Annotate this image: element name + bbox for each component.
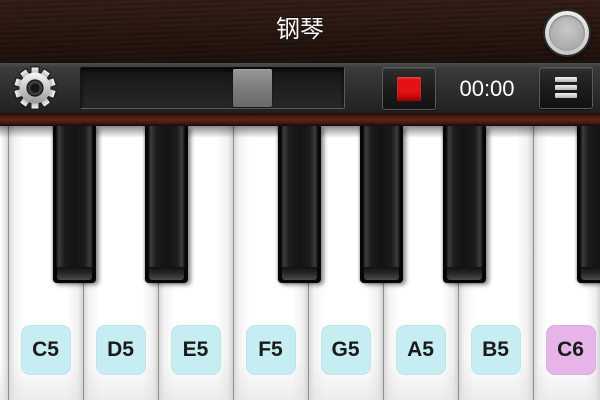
black-key-front	[282, 267, 317, 280]
black-key-d-sharp-5[interactable]	[145, 126, 188, 283]
black-key-a-sharp-5[interactable]	[443, 126, 486, 283]
black-key-front	[57, 267, 92, 280]
gear-icon-hole	[30, 83, 40, 93]
recording-time: 00:00	[459, 76, 515, 101]
menu-icon-bar	[555, 85, 577, 90]
black-key-front	[581, 267, 600, 280]
black-key-f-sharp-5[interactable]	[278, 126, 321, 283]
key-label-g5: G5	[320, 325, 371, 375]
black-key-c-sharp-6[interactable]	[577, 126, 600, 283]
black-key-surface	[363, 126, 400, 267]
title-bar: 钢琴	[0, 0, 600, 62]
piano-keyboard: C5 D5 E5 F5 G5 A5 B5 C6	[0, 126, 600, 400]
hamburger-menu-icon	[555, 77, 577, 99]
black-key-front	[364, 267, 399, 280]
assistive-touch-button[interactable]	[545, 11, 589, 55]
black-key-front	[149, 267, 184, 280]
black-key-surface	[580, 126, 600, 267]
stop-square-icon	[397, 77, 421, 101]
black-key-surface	[446, 126, 483, 267]
menu-icon-bar	[555, 77, 577, 82]
black-key-surface	[281, 126, 318, 267]
key-label-a5: A5	[395, 325, 446, 375]
gear-icon	[13, 66, 57, 110]
record-stop-button[interactable]	[382, 67, 436, 110]
slider-thumb[interactable]	[233, 69, 273, 107]
toolbar: 00:00	[0, 62, 600, 113]
key-label-d5: D5	[95, 325, 146, 375]
black-key-front	[447, 267, 482, 280]
menu-button[interactable]	[539, 67, 593, 109]
key-label-c6: C6	[545, 325, 596, 375]
key-label-b5: B5	[470, 325, 521, 375]
black-key-c-sharp-5[interactable]	[53, 126, 96, 283]
keyboard-rail	[0, 113, 600, 126]
settings-button[interactable]	[12, 65, 58, 111]
page-title: 钢琴	[276, 16, 324, 43]
black-key-surface	[56, 126, 93, 267]
keyboard-slider[interactable]	[80, 67, 345, 109]
key-label-e5: E5	[170, 325, 221, 375]
key-label-c5: C5	[20, 325, 71, 375]
key-label-f5: F5	[245, 325, 296, 375]
menu-icon-bar	[555, 93, 577, 98]
black-key-surface	[148, 126, 185, 267]
black-key-g-sharp-5[interactable]	[360, 126, 403, 283]
circle-button-icon	[549, 15, 585, 51]
